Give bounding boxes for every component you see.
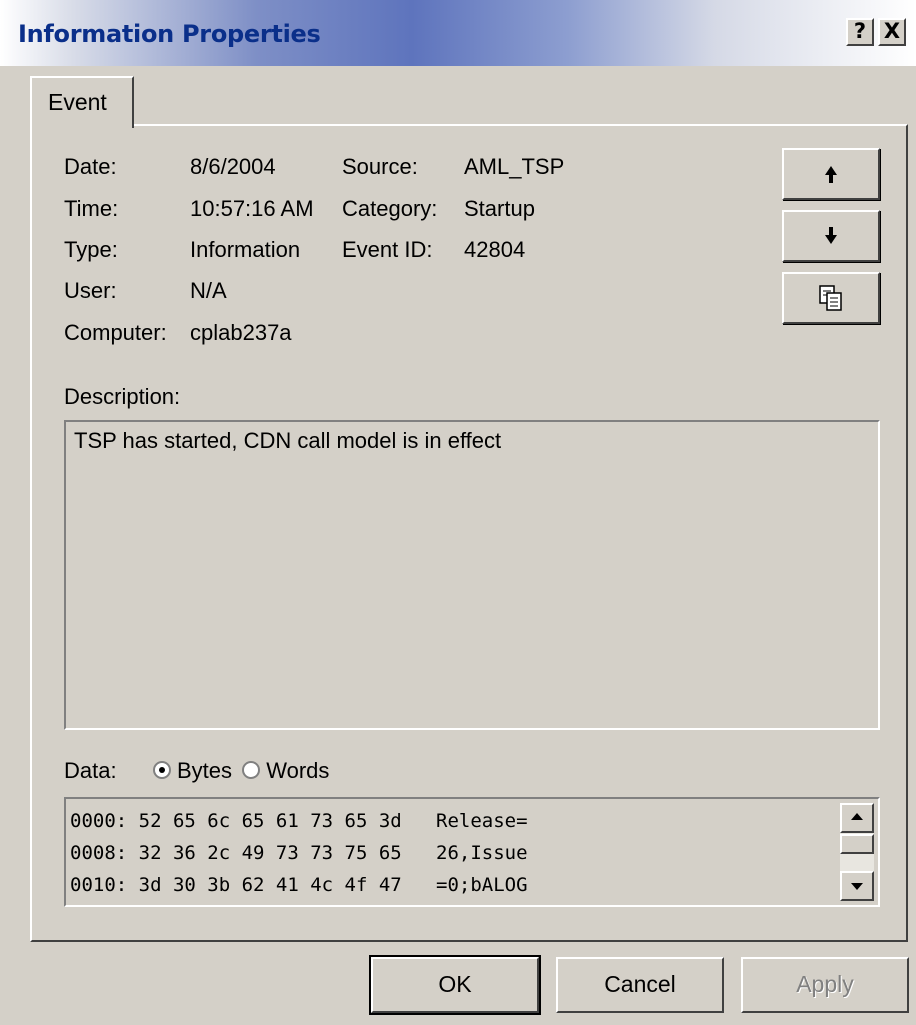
hex-row: 0010: 3d 30 3b 62 41 4c 4f 47 =0;bALOG: [70, 874, 528, 896]
previous-event-button[interactable]: [782, 148, 880, 200]
category-label: Category:: [342, 196, 438, 221]
time-value: 10:57:16 AM: [190, 196, 314, 221]
ok-button[interactable]: OK: [371, 957, 539, 1013]
category-value: Startup: [464, 196, 535, 221]
type-value: Information: [190, 237, 301, 262]
computer-value: cplab237a: [190, 320, 292, 345]
description-text: TSP has started, CDN call model is in ef…: [74, 428, 502, 453]
copy-icon: [819, 285, 842, 311]
vertical-scrollbar[interactable]: [840, 803, 874, 901]
user-label: User:: [64, 278, 117, 303]
time-label: Time:: [64, 196, 119, 221]
hex-row: 0000: 52 65 6c 65 61 73 65 3d Release=: [70, 810, 528, 832]
scroll-up-button[interactable]: [840, 803, 874, 833]
scroll-up-icon: [851, 813, 863, 820]
data-label: Data:: [64, 758, 117, 783]
words-label[interactable]: Words: [266, 758, 329, 783]
description-textbox[interactable]: TSP has started, CDN call model is in ef…: [64, 420, 880, 730]
close-button[interactable]: X: [878, 18, 906, 46]
event-id-label: Event ID:: [342, 237, 433, 262]
hex-row: 0008: 32 36 2c 49 73 73 75 65 26,Issue: [70, 842, 528, 864]
arrow-down-icon: [825, 227, 837, 244]
hex-lines: 0000: 52 65 6c 65 61 73 65 3d Release= 00…: [70, 805, 528, 901]
user-value: N/A: [190, 278, 227, 303]
copy-button[interactable]: [782, 272, 880, 324]
data-format-row: Data: Bytes Words: [64, 758, 329, 790]
help-button[interactable]: ?: [846, 18, 874, 46]
window-title: Information Properties: [18, 20, 321, 48]
type-label: Type:: [64, 237, 118, 262]
date-value: 8/6/2004: [190, 154, 276, 179]
words-radio[interactable]: [242, 761, 261, 780]
apply-button[interactable]: Apply: [741, 957, 909, 1013]
computer-label: Computer:: [64, 320, 167, 345]
scroll-down-icon: [851, 883, 863, 890]
date-label: Date:: [64, 154, 117, 179]
next-event-button[interactable]: [782, 210, 880, 262]
cancel-button[interactable]: Cancel: [556, 957, 724, 1013]
properties-dialog: Information Properties ? X Event Date: 8…: [0, 0, 916, 1025]
tab-event[interactable]: Event: [30, 76, 134, 128]
source-value: AML_TSP: [464, 154, 565, 179]
source-label: Source:: [342, 154, 418, 179]
title-bar[interactable]: Information Properties ? X: [0, 0, 916, 66]
data-hex-view[interactable]: 0000: 52 65 6c 65 61 73 65 3d Release= 00…: [64, 797, 880, 907]
scroll-down-button[interactable]: [840, 871, 874, 901]
description-label: Description:: [64, 384, 181, 409]
bytes-radio[interactable]: [152, 761, 171, 780]
event-id-value: 42804: [464, 237, 526, 262]
bytes-label[interactable]: Bytes: [177, 758, 232, 783]
scroll-thumb[interactable]: [840, 834, 874, 854]
arrow-up-icon: [825, 166, 837, 183]
